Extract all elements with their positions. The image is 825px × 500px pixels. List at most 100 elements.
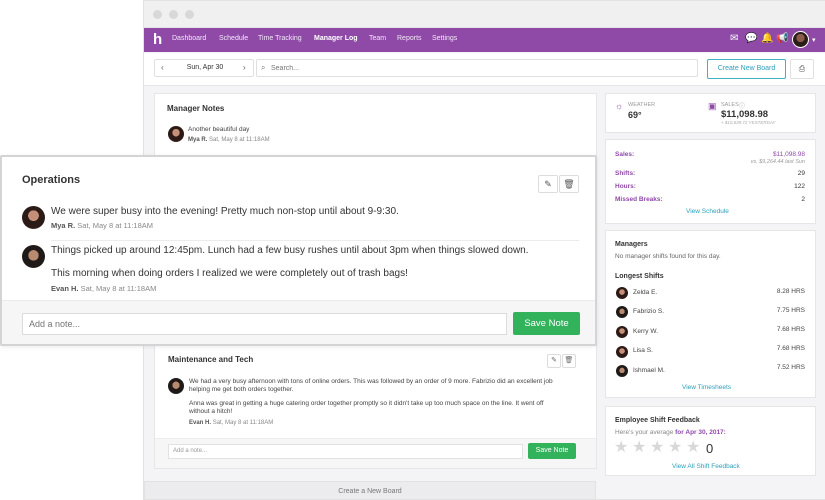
longest-shifts-title: Longest Shifts [615,273,664,280]
nav-settings[interactable]: Settings [432,35,457,42]
feedback-count: 0 [706,441,714,456]
date-picker: ‹ Sun, Apr 30 › [154,59,254,77]
user-avatar[interactable] [792,31,809,48]
chat-icon[interactable]: 💬 [745,33,757,45]
view-timesheets-link[interactable]: View Timesheets [682,384,731,391]
sales-sub: + $10,639.72 YESTERDAY [721,120,776,125]
feedback-sub-prefix: Here's your average [615,429,676,436]
print-button[interactable]: ⎙ [790,59,814,79]
view-all-feedback-link[interactable]: View All Shift Feedback [672,463,740,470]
toolbar: ‹ Sun, Apr 30 › ⌕ Create New Board ⎙ [144,53,825,86]
top-nav: h Dashboard Schedule Time Tracking Manag… [144,28,825,52]
shift-row-hrs: 7.52 HRS [776,364,805,371]
star-icon[interactable]: ★ [614,440,628,456]
current-date[interactable]: Sun, Apr 30 [183,64,227,71]
print-icon: ⎙ [798,64,806,73]
managers-title: Managers [615,241,648,248]
note-author: Mya R. [188,137,208,143]
app-logo[interactable]: h [153,32,162,48]
weather-label: WEATHER [628,102,656,108]
shift-row-hrs: 7.68 HRS [776,326,805,333]
add-note-input[interactable] [22,313,507,335]
create-new-board-button[interactable]: Create New Board [707,59,786,79]
nav-time-tracking[interactable]: Time Tracking [258,35,302,42]
search-input[interactable] [271,62,691,74]
note-text: Another beautiful day [188,126,250,133]
sun-icon: ☼ [615,101,624,111]
note-timestamp: Sat, May 8 at 11:18AM [209,137,270,143]
stats-card: Sales: $11,098.98 vs. $9,264.44 last Sun… [605,139,816,224]
mail-icon[interactable]: ✉ [730,33,738,45]
managers-empty: No manager shifts found for this day. [615,253,721,260]
ops-note-meta: Evan H. Sat, May 8 at 11:18AM [51,284,156,293]
shift-row-name: Ishmael M. [633,367,665,374]
author-avatar [22,245,45,268]
maintenance-text-1b: helping me get both orders together. [189,386,294,393]
shift-row-name: Kerry W. [633,328,658,335]
delete-icon[interactable]: 🗑 [562,354,576,368]
maintenance-author: Evan H. [189,420,212,426]
shift-row-hrs: 7.75 HRS [776,307,805,314]
author-avatar [168,126,184,142]
stat-shifts-value: 29 [797,170,805,177]
manager-notes-title: Manager Notes [167,104,225,113]
search-icon: ⌕ [261,63,266,72]
ops-note-timestamp: Sat, May 8 at 11:18AM [80,284,157,293]
edit-icon[interactable]: ✎ [547,354,561,368]
next-day-button[interactable]: › [243,63,246,72]
window-dot-minimize[interactable] [169,10,178,19]
sales-value: $11,098.98 [721,109,769,120]
author-avatar [168,378,184,394]
nav-schedule[interactable]: Schedule [219,35,248,42]
shift-row-name: Lisa S. [633,347,653,354]
maintenance-title: Maintenance and Tech [168,355,254,364]
feedback-title: Employee Shift Feedback [615,417,700,424]
shift-row-hrs: 8.28 HRS [776,288,805,295]
ops-note-author: Mya R. [51,221,76,230]
star-icon[interactable]: ★ [686,440,700,456]
stat-sales-sub: vs. $9,264.44 last Sun [750,159,805,165]
star-icon[interactable]: ★ [650,440,664,456]
stat-shifts-label: Shifts: [615,170,636,177]
nav-dashboard[interactable]: Dashboard [172,35,206,42]
create-board-bar[interactable]: Create a New Board [144,481,596,499]
megaphone-icon[interactable]: 📢 [776,33,788,45]
browser-chrome [144,1,825,28]
operations-title: Operations [22,174,81,186]
feedback-sub-date: for Apr 30, 2017: [675,429,726,436]
ops-note-text-2: This morning when doing orders I realize… [51,268,408,279]
nav-manager-log[interactable]: Manager Log [314,35,358,42]
maintenance-meta: Evan H. Sat, May 8 at 11:18AM [189,420,273,426]
save-note-button[interactable]: Save Note [513,312,580,335]
employee-avatar [616,346,628,358]
create-board-label: Create a New Board [338,488,402,495]
ops-note-text: We were super busy into the evening! Pre… [51,206,399,217]
chevron-down-icon[interactable]: ▾ [812,35,816,47]
bell-icon[interactable]: 🔔 [761,33,773,45]
window-dot-maximize[interactable] [185,10,194,19]
operations-card: Operations ✎ 🗑 We were super busy into t… [0,155,597,346]
view-schedule-link[interactable]: View Schedule [686,208,729,215]
save-note-button[interactable]: Save Note [528,443,576,459]
window-dot-close[interactable] [153,10,162,19]
maintenance-text-2b: without a hitch! [189,408,233,415]
delete-icon[interactable]: 🗑 [559,175,579,193]
stat-sales-label: Sales: [615,151,635,158]
star-icon[interactable]: ★ [668,440,682,456]
nav-team[interactable]: Team [369,35,386,42]
weather-sales-card: ☼ WEATHER 69° ▣ SALES ⓘ $11,098.98 + $10… [605,93,816,133]
ops-note-text: Things picked up around 12:45pm. Lunch h… [51,245,529,256]
shift-row-hrs: 7.68 HRS [776,345,805,352]
divider [51,240,579,241]
prev-day-button[interactable]: ‹ [161,63,164,72]
edit-icon[interactable]: ✎ [538,175,558,193]
nav-reports[interactable]: Reports [397,35,422,42]
ops-note-meta: Mya R. Sat, May 8 at 11:18AM [51,221,153,230]
star-icon[interactable]: ★ [632,440,646,456]
employee-avatar [616,287,628,299]
add-note-input[interactable]: Add a note... [168,444,523,459]
maintenance-timestamp: Sat, May 8 at 11:18AM [212,420,274,426]
employee-avatar [616,326,628,338]
maintenance-card: Maintenance and Tech ✎ 🗑 We had a very b… [154,341,597,469]
stat-sales-value: $11,098.98 [772,151,805,158]
